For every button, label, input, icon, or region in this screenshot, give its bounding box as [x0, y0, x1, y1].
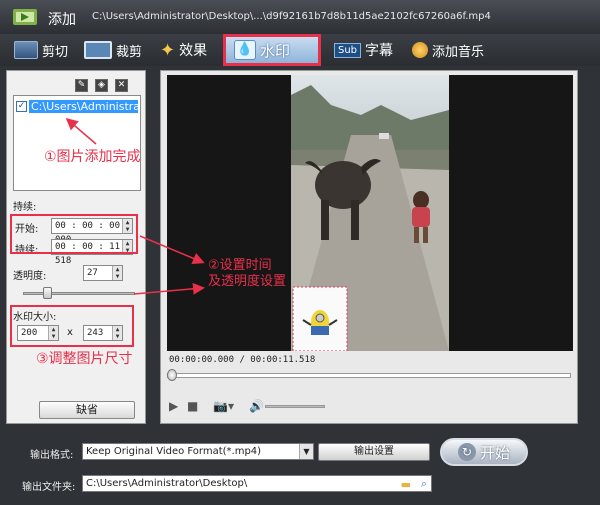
- music-icon: [412, 42, 428, 58]
- start-label: 开始: [479, 443, 510, 462]
- tab-label: 剪切: [42, 44, 69, 60]
- refresh-icon: ↻: [457, 443, 476, 461]
- volume-slider[interactable]: [265, 405, 325, 408]
- file-path: C:\Users\Administrator\Desktop\...\d9f92…: [92, 11, 491, 22]
- format-value: Keep Original Video Format(*.mp4): [86, 446, 262, 457]
- tab-effects[interactable]: ✦ 效果: [160, 37, 207, 63]
- folder-icon[interactable]: ▬: [401, 477, 411, 492]
- annotation-box-time: [10, 214, 138, 254]
- app-logo-icon: [13, 9, 37, 25]
- list-item[interactable]: ✓ C:\Users\Administrator\Desktop\...: [16, 99, 140, 113]
- output-folder-field[interactable]: C:\Users\Administrator\Desktop\ ▬ ⌕: [82, 475, 432, 492]
- output-bar: 输出格式: Keep Original Video Format(*.mp4) …: [0, 432, 600, 505]
- search-icon[interactable]: ⌕: [421, 476, 427, 491]
- duration-label: 持续:: [13, 202, 37, 213]
- annotation-adjust-size: ③调整图片尺寸: [36, 351, 133, 367]
- edit-icon[interactable]: ◈: [95, 79, 108, 92]
- stop-icon[interactable]: ■: [187, 399, 198, 413]
- annotation-box-size: [10, 305, 134, 347]
- camera-icon[interactable]: 📷▾: [213, 399, 234, 413]
- opacity-label: 透明度:: [13, 271, 47, 282]
- output-folder-value: C:\Users\Administrator\Desktop\: [86, 478, 248, 489]
- annotation-set-opacity: 及透明度设置: [208, 274, 287, 289]
- video-frame: [291, 75, 449, 351]
- format-label: 输出格式:: [30, 450, 74, 461]
- video-preview[interactable]: [167, 75, 573, 351]
- tab-add-music[interactable]: 添加音乐: [412, 37, 484, 63]
- volume-icon[interactable]: 🔊: [249, 399, 264, 413]
- seek-thumb[interactable]: [167, 369, 177, 381]
- tab-subtitle[interactable]: Sub 字幕: [334, 37, 393, 63]
- folder-label: 输出文件夹:: [22, 482, 76, 493]
- opacity-field[interactable]: 27 ▲ ▼: [83, 265, 123, 281]
- annotation-box-watermark-tab: [223, 34, 321, 66]
- star-icon: ✦: [160, 39, 176, 61]
- tab-label: 添加音乐: [432, 44, 485, 60]
- tab-crop[interactable]: 裁剪: [84, 37, 142, 63]
- output-settings-button[interactable]: 输出设置: [318, 443, 430, 461]
- default-button[interactable]: 缺省: [39, 401, 135, 419]
- tab-label: 效果: [179, 43, 208, 59]
- play-icon[interactable]: ▶: [169, 399, 178, 413]
- seek-bar[interactable]: [167, 373, 571, 378]
- subtitle-icon: Sub: [334, 42, 362, 58]
- opacity-value: 27: [87, 268, 98, 278]
- start-button[interactable]: ↻ 开始: [440, 438, 528, 466]
- title-bar: 添加 C:\Users\Administrator\Desktop\...\d9…: [0, 0, 600, 34]
- tab-trim[interactable]: 剪切: [14, 37, 68, 63]
- watermark-image-list[interactable]: ✓ C:\Users\Administrator\Desktop\...: [13, 95, 141, 191]
- spin-buttons[interactable]: ▲ ▼: [112, 266, 122, 280]
- preview-panel: 00:00:00.000 / 00:00:11.518 ▶ ■ 📷▾ 🔊: [160, 70, 578, 424]
- close-icon[interactable]: ✕: [115, 79, 128, 92]
- timecode: 00:00:00.000 / 00:00:11.518: [169, 355, 316, 365]
- crop-icon: [84, 41, 112, 59]
- film-icon: [14, 41, 38, 59]
- add-image-icon[interactable]: ✎: [75, 79, 88, 92]
- tab-label: 字幕: [365, 43, 394, 59]
- opacity-slider-track[interactable]: [23, 292, 135, 295]
- chevron-down-icon[interactable]: ▼: [299, 444, 313, 459]
- annotation-set-time: ②设置时间: [208, 258, 272, 273]
- checkbox[interactable]: ✓: [16, 100, 27, 112]
- opacity-slider-thumb[interactable]: [43, 287, 52, 299]
- format-select[interactable]: Keep Original Video Format(*.mp4) ▼: [82, 443, 314, 460]
- window-title: 添加: [48, 12, 76, 28]
- annotation-image-added: ①图片添加完成: [44, 149, 141, 165]
- tab-label: 裁剪: [116, 44, 143, 60]
- list-item-path: C:\Users\Administrator\Desktop\...: [29, 99, 138, 113]
